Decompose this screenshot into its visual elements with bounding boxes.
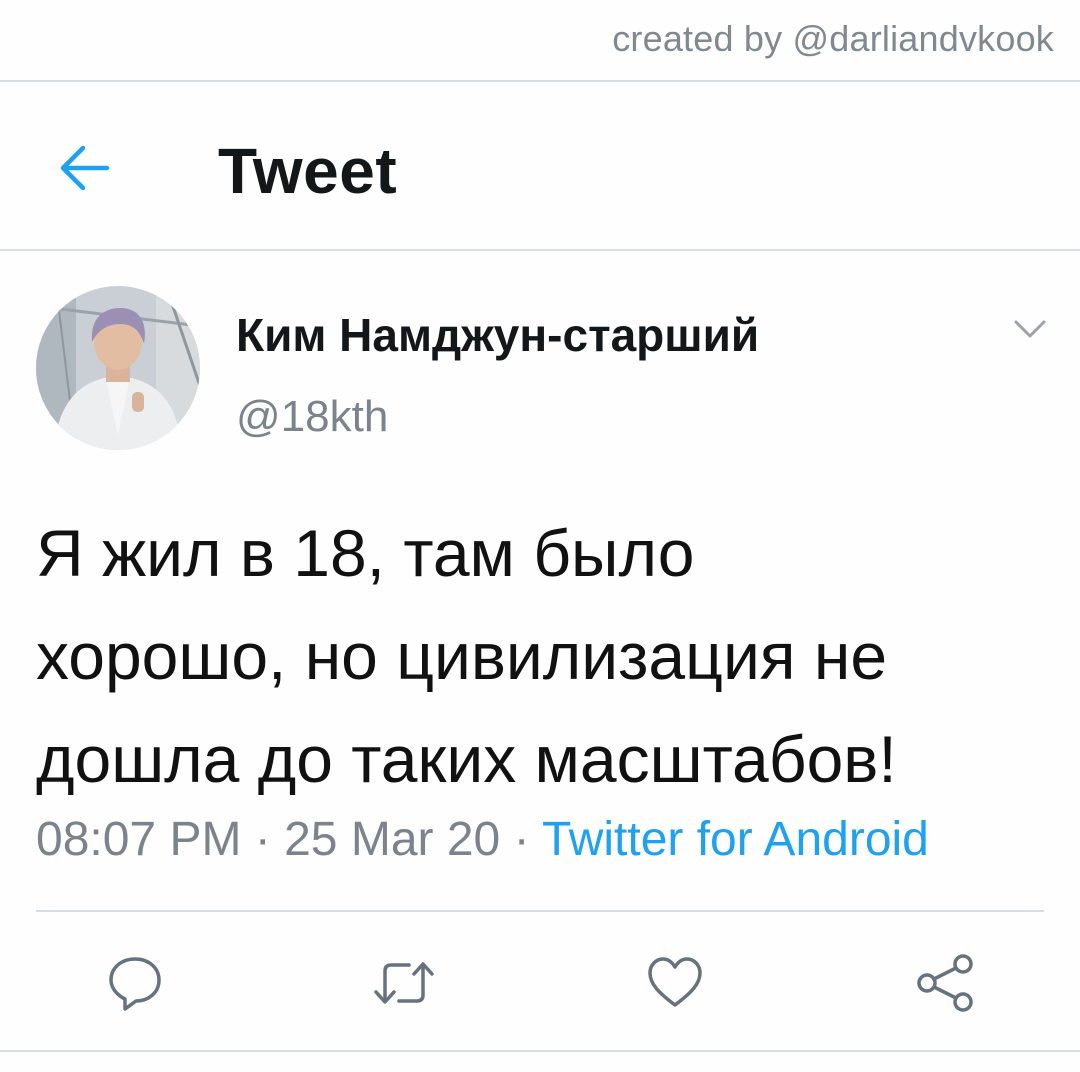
meta-separator: · — [241, 813, 285, 866]
meta-divider — [36, 910, 1044, 912]
back-button[interactable] — [52, 136, 116, 200]
retweet-button[interactable] — [369, 948, 439, 1018]
chevron-down-icon — [1014, 320, 1046, 338]
tweet-line: дошла до таких масштабов! — [36, 722, 897, 796]
header-divider — [0, 249, 1080, 251]
top-divider — [0, 80, 1080, 82]
bottom-divider — [0, 1050, 1080, 1052]
retweet-icon — [374, 962, 434, 1004]
more-options-button[interactable] — [1008, 312, 1052, 346]
tweet-header: Tweet — [0, 84, 1080, 250]
author-name[interactable]: Ким Намджун-старший — [236, 308, 759, 362]
tweet-line: Я жил в 18, там было — [36, 516, 695, 590]
author-handle[interactable]: @18kth — [236, 392, 388, 442]
meta-separator: · — [500, 813, 543, 866]
credit-text: created by @darliandvkook — [612, 18, 1054, 59]
arrow-left-icon — [60, 145, 110, 191]
share-icon — [917, 954, 973, 1012]
tweet-time: 08:07 PM — [36, 813, 242, 866]
avatar-photo — [36, 286, 200, 450]
credit-bar: created by @darliandvkook — [0, 0, 1080, 82]
avatar[interactable] — [36, 286, 200, 450]
reply-button[interactable] — [100, 948, 170, 1018]
page-title: Tweet — [218, 135, 398, 207]
reply-icon — [109, 957, 161, 1011]
tweet-date: 25 Mar 20 — [284, 813, 501, 866]
tweet-meta: 08:07 PM · 25 Mar 20 · Twitter for Andro… — [36, 812, 929, 867]
like-button[interactable] — [640, 948, 710, 1018]
share-button[interactable] — [910, 948, 980, 1018]
tweet-source-link[interactable]: Twitter for Android — [542, 813, 929, 866]
like-icon — [648, 957, 702, 1007]
tweet-line: хорошо, но цивилизация не — [36, 619, 888, 693]
tweet-text: Я жил в 18, там было хорошо, но цивилиза… — [36, 502, 1046, 811]
